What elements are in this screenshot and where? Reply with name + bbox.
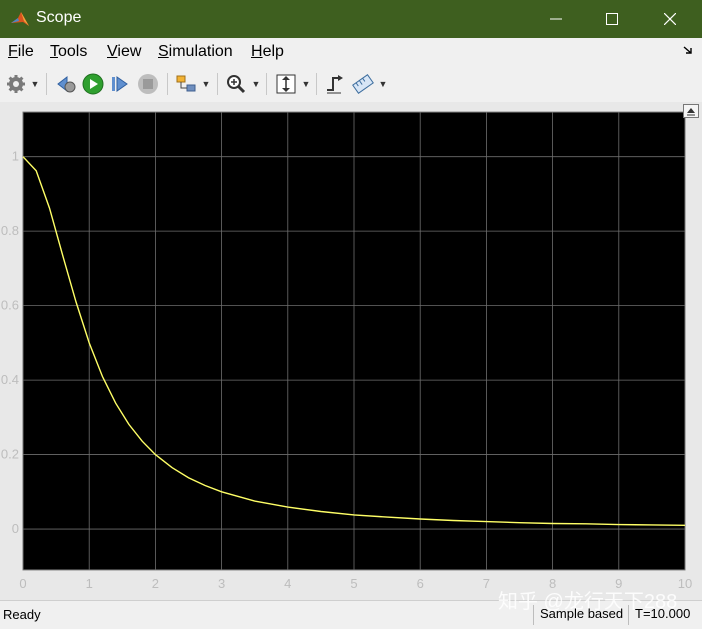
maximize-button[interactable]	[584, 0, 640, 38]
highlight-block-button[interactable]	[174, 72, 198, 96]
undock-axes-icon	[687, 108, 695, 116]
x-tick-label: 3	[218, 576, 225, 591]
menu-file[interactable]: File	[8, 43, 34, 61]
undock-arrow-icon[interactable]	[682, 44, 694, 56]
step-back-icon	[57, 75, 76, 93]
toolbar-separator	[167, 73, 168, 95]
window-title: Scope	[36, 9, 82, 26]
close-icon	[664, 13, 676, 25]
status-bar: Ready 知乎 @龙行天下288 Sample based T=10.000	[0, 591, 702, 629]
step-forward-icon	[112, 76, 128, 92]
stop-icon	[138, 74, 158, 94]
configuration-dropdown[interactable]: ▼	[30, 72, 40, 96]
toolbar-separator	[316, 73, 317, 95]
run-button[interactable]	[81, 72, 105, 96]
run-icon	[82, 73, 104, 95]
menu-simulation[interactable]: Simulation	[158, 43, 233, 61]
autoscale-dropdown[interactable]: ▼	[301, 72, 311, 96]
triggers-button[interactable]	[323, 72, 347, 96]
close-button[interactable]	[642, 0, 698, 38]
menu-help[interactable]: Help	[251, 43, 284, 61]
toolbar: ▼ ▼ ▼ ▼ ▼	[0, 66, 702, 103]
measurements-button[interactable]	[351, 72, 375, 96]
stop-button[interactable]	[136, 72, 160, 96]
step-back-button[interactable]	[54, 72, 78, 96]
zoom-in-button[interactable]	[224, 72, 248, 96]
menu-view[interactable]: View	[107, 43, 141, 61]
menu-tools[interactable]: Tools	[50, 43, 87, 61]
y-tick-label: 0.8	[1, 223, 19, 238]
configuration-button[interactable]	[4, 72, 28, 96]
x-tick-label: 5	[350, 576, 357, 591]
minimize-button[interactable]	[528, 0, 584, 38]
undock-axes-button[interactable]	[683, 104, 699, 118]
scope-display: 0 1 2 3 4 5 6 7 8 9 10 0 0.2 0.4 0.6 0.8 1	[0, 102, 702, 600]
matlab-icon	[11, 12, 29, 26]
simulation-time-indicator: T=10.000	[628, 605, 696, 625]
x-tick-label: 10	[678, 576, 692, 591]
minimize-icon	[550, 18, 562, 20]
x-tick-label: 2	[152, 576, 159, 591]
measurements-dropdown[interactable]: ▼	[378, 72, 388, 96]
title-bar: Scope	[0, 0, 702, 38]
autoscale-button[interactable]	[274, 72, 298, 96]
sample-mode-indicator: Sample based	[533, 605, 629, 625]
maximize-icon	[606, 13, 618, 25]
measurements-icon	[352, 74, 374, 94]
triggers-icon	[327, 75, 343, 94]
highlight-block-dropdown[interactable]: ▼	[201, 72, 211, 96]
x-tick-label: 1	[86, 576, 93, 591]
y-tick-label: 0.4	[1, 372, 19, 387]
highlight-block-icon	[176, 75, 196, 92]
menu-bar: File Tools View Simulation Help	[0, 38, 702, 66]
toolbar-separator	[46, 73, 47, 95]
zoom-dropdown[interactable]: ▼	[251, 72, 261, 96]
y-tick-label: 0.6	[1, 298, 19, 313]
y-tick-label: 0	[12, 521, 19, 536]
y-tick-label: 1	[12, 149, 19, 164]
x-tick-label: 6	[417, 576, 424, 591]
configuration-gear-icon	[7, 75, 25, 93]
zoom-in-icon	[227, 75, 246, 94]
autoscale-icon	[276, 74, 296, 94]
x-tick-label: 0	[19, 576, 26, 591]
status-ready-text: Ready	[3, 607, 41, 622]
x-tick-label: 4	[284, 576, 291, 591]
y-tick-label: 0.2	[1, 447, 19, 462]
toolbar-separator	[266, 73, 267, 95]
toolbar-separator	[217, 73, 218, 95]
step-forward-button[interactable]	[108, 72, 132, 96]
scope-plot[interactable]: 0 1 2 3 4 5 6 7 8 9 1000.20.40.60.81	[0, 102, 702, 600]
x-tick-label: 7	[483, 576, 490, 591]
